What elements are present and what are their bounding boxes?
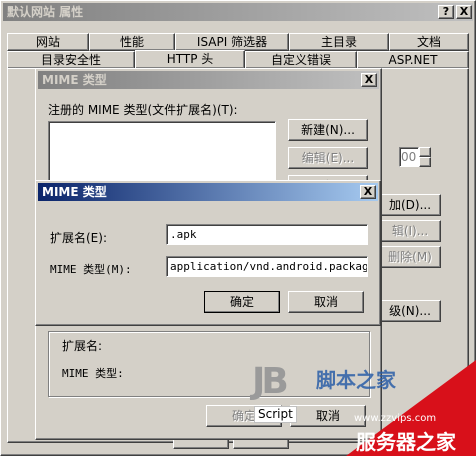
tab-home-directory[interactable]: 主目录: [289, 33, 389, 51]
tab-documents[interactable]: 文档: [389, 33, 469, 51]
ratings-button[interactable]: 级(N)...: [379, 300, 441, 322]
tab-custom-errors[interactable]: 自定义错误: [245, 51, 357, 69]
tab-http-headers[interactable]: HTTP 头: [135, 50, 245, 69]
edit-ok-button[interactable]: 确定: [204, 291, 280, 313]
edit-mime-title-bar: MIME 类型: [38, 183, 378, 201]
script-label: Script: [254, 406, 297, 423]
detail-mime-label: MIME 类型:: [62, 367, 124, 380]
mime-types-close-button[interactable]: X: [361, 73, 377, 87]
jb-logo-text: JB: [252, 361, 289, 402]
remove-header-button[interactable]: 删除(M): [379, 246, 441, 268]
site-name: 服务器之家: [356, 430, 456, 454]
registered-mime-label: 注册的 MIME 类型(文件扩展名)(T):: [48, 103, 238, 117]
help-button[interactable]: ?: [438, 5, 454, 19]
jb-logo: JB: [252, 360, 302, 406]
mime-types-title: MIME 类型: [42, 73, 107, 87]
extension-input[interactable]: .apk: [166, 224, 368, 245]
edit-mime-button[interactable]: 编辑(E)...: [288, 147, 368, 169]
new-mime-button[interactable]: 新建(N)...: [288, 119, 368, 141]
extension-value: .apk: [170, 228, 197, 241]
mime-type-label: MIME 类型(M):: [50, 263, 132, 276]
properties-title-bar: 默认网站 属性: [3, 3, 473, 21]
mime-types-title-bar: MIME 类型: [38, 71, 379, 89]
mime-type-value: application/vnd.android.package-a: [170, 260, 368, 273]
site-url: www.zzvips.com: [354, 413, 437, 424]
spinner-down[interactable]: [419, 157, 431, 167]
tab-directory-security[interactable]: 目录安全性: [7, 51, 135, 69]
extension-label: 扩展名(E):: [50, 231, 107, 245]
tab-performance[interactable]: 性能: [89, 33, 175, 51]
detail-extension-label: 扩展名:: [62, 339, 103, 353]
edit-mime-dialog: MIME 类型 X 扩展名(E): .apk MIME 类型(M): appli…: [35, 180, 381, 326]
tab-website[interactable]: 网站: [7, 33, 89, 51]
spinner-field[interactable]: 00: [399, 147, 419, 167]
edit-cancel-button[interactable]: 取消: [288, 291, 364, 313]
spinner-value: 00: [401, 150, 417, 164]
edit-mime-close-button[interactable]: X: [360, 185, 376, 199]
mime-type-input[interactable]: application/vnd.android.package-a: [166, 256, 368, 277]
spinner-up[interactable]: [419, 147, 431, 157]
tab-aspnet[interactable]: ASP.NET: [357, 51, 469, 69]
edit-header-button[interactable]: 辑(I)...: [379, 220, 441, 242]
edit-mime-title: MIME 类型: [42, 185, 107, 199]
tab-isapi-filters[interactable]: ISAPI 筛选器: [175, 33, 289, 51]
properties-title: 默认网站 属性: [7, 5, 84, 19]
window-close-button[interactable]: X: [456, 5, 472, 19]
add-header-button[interactable]: 加(D)...: [379, 194, 441, 216]
